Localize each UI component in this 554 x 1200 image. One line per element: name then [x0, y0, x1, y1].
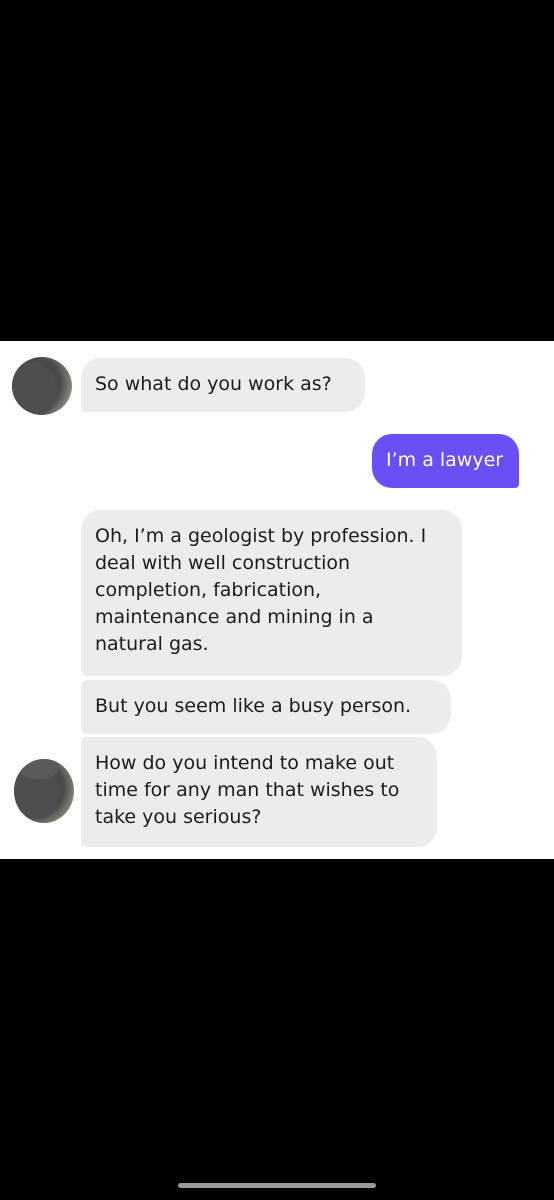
home-indicator[interactable] [178, 1183, 376, 1188]
incoming-message: Oh, I’m a geologist by profession. I dea… [81, 510, 462, 676]
incoming-message: But you seem like a busy person. [81, 680, 451, 734]
chat-conversation: So what do you work as? I’m a lawyer Oh,… [0, 341, 554, 859]
incoming-message: So what do you work as? [81, 358, 365, 412]
contact-avatar[interactable] [14, 759, 74, 823]
incoming-message: How do you intend to make out time for a… [81, 737, 437, 847]
contact-avatar[interactable] [12, 357, 72, 415]
outgoing-message: I’m a lawyer [372, 434, 519, 488]
